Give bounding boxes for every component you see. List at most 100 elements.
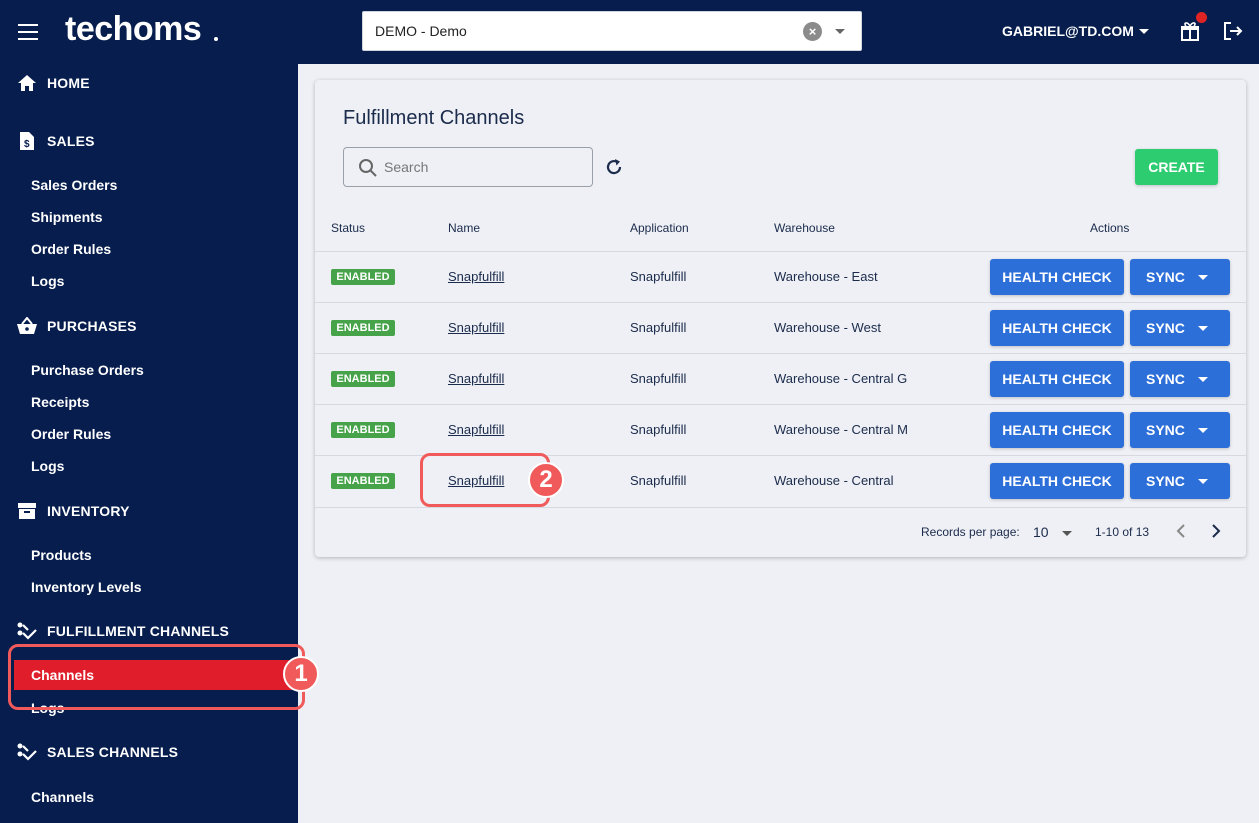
application-cell: Snapfulfill <box>630 473 687 488</box>
sidebar-section-label: SALES <box>47 133 95 149</box>
records-per-page-label: Records per page: <box>921 525 1020 539</box>
clear-icon[interactable]: × <box>803 22 822 41</box>
user-menu[interactable]: GABRIEL@TD.COM <box>1002 23 1134 39</box>
sync-button-label: SYNC <box>1146 269 1185 285</box>
logo-dot <box>214 37 218 41</box>
application-cell: Snapfulfill <box>630 422 687 437</box>
health-check-button[interactable]: HEALTH CHECK <box>990 361 1124 397</box>
warehouse-cell: Warehouse - Central M <box>774 422 908 437</box>
sync-button[interactable]: SYNC <box>1130 361 1230 397</box>
page-title: Fulfillment Channels <box>343 107 525 129</box>
chevron-left-icon[interactable] <box>1174 523 1188 539</box>
annotation-highlight-1 <box>8 644 305 710</box>
sidebar-section-label: HOME <box>47 75 90 91</box>
health-check-button[interactable]: HEALTH CHECK <box>990 463 1124 499</box>
column-header-warehouse[interactable]: Warehouse <box>774 221 835 235</box>
notification-dot <box>1196 12 1207 23</box>
search-box[interactable] <box>343 147 593 187</box>
sidebar-item-sales-channels[interactable]: Channels <box>31 789 94 805</box>
sidebar-item-sales-logs[interactable]: Logs <box>31 273 64 289</box>
column-header-actions: Actions <box>1090 221 1130 235</box>
annotation-step-1: 1 <box>283 656 319 692</box>
sidebar-item-purchase-logs[interactable]: Logs <box>31 458 64 474</box>
sidebar-section-label: PURCHASES <box>47 318 137 334</box>
sidebar-section-label: SALES CHANNELS <box>47 744 179 760</box>
organization-select[interactable]: DEMO - Demo × <box>362 11 862 51</box>
logout-icon[interactable] <box>1222 20 1244 42</box>
chevron-right-icon[interactable] <box>1209 523 1223 539</box>
table-divider <box>315 251 1246 252</box>
status-badge: ENABLED <box>331 320 395 336</box>
table-divider <box>315 353 1246 354</box>
records-per-page-select[interactable]: 10 <box>1033 524 1049 540</box>
sidebar-section-label: FULFILLMENT CHANNELS <box>47 623 230 639</box>
sync-button-label: SYNC <box>1146 422 1185 438</box>
channels-icon <box>16 741 38 763</box>
home-icon <box>16 72 38 94</box>
chevron-down-icon <box>1198 326 1208 331</box>
column-header-name[interactable]: Name <box>448 221 480 235</box>
sync-button[interactable]: SYNC <box>1130 412 1230 448</box>
channel-name-link[interactable]: Snapfulfill <box>448 371 504 386</box>
sidebar-item-sales-order-rules[interactable]: Order Rules <box>31 241 111 257</box>
sync-button[interactable]: SYNC <box>1130 259 1230 295</box>
sidebar-item-sales-orders[interactable]: Sales Orders <box>31 177 117 193</box>
sidebar-section-purchases[interactable]: PURCHASES <box>16 315 137 337</box>
table-divider <box>315 507 1246 508</box>
sales-doc-icon: $ <box>16 130 38 152</box>
sidebar-item-products[interactable]: Products <box>31 547 92 563</box>
application-cell: Snapfulfill <box>630 371 687 386</box>
sidebar-item-purchase-orders[interactable]: Purchase Orders <box>31 362 144 378</box>
sidebar-item-receipts[interactable]: Receipts <box>31 394 89 410</box>
application-cell: Snapfulfill <box>630 269 687 284</box>
search-input[interactable] <box>384 157 584 177</box>
annotation-step-2: 2 <box>528 462 564 498</box>
menu-icon[interactable] <box>18 24 38 40</box>
chevron-down-icon[interactable] <box>1062 531 1072 536</box>
status-badge: ENABLED <box>331 422 395 438</box>
channel-name-link[interactable]: Snapfulfill <box>448 269 504 284</box>
application-cell: Snapfulfill <box>630 320 687 335</box>
warehouse-cell: Warehouse - Central <box>774 473 894 488</box>
health-check-button[interactable]: HEALTH CHECK <box>990 310 1124 346</box>
chevron-down-icon <box>1198 377 1208 382</box>
column-header-status[interactable]: Status <box>331 221 365 235</box>
chevron-down-icon <box>1198 428 1208 433</box>
table-divider <box>315 302 1246 303</box>
sync-button-label: SYNC <box>1146 320 1185 336</box>
search-icon <box>359 159 377 177</box>
gift-icon[interactable] <box>1179 20 1201 42</box>
sidebar-item-purchase-order-rules[interactable]: Order Rules <box>31 426 111 442</box>
sync-button-label: SYNC <box>1146 371 1185 387</box>
status-badge: ENABLED <box>331 371 395 387</box>
refresh-icon[interactable] <box>603 156 625 178</box>
user-menu-caret-icon[interactable] <box>1139 29 1149 34</box>
health-check-button[interactable]: HEALTH CHECK <box>990 259 1124 295</box>
sync-button[interactable]: SYNC <box>1130 310 1230 346</box>
logo[interactable]: techoms <box>65 10 202 49</box>
sidebar-section-sales-channels[interactable]: SALES CHANNELS <box>16 741 178 763</box>
sidebar-section-inventory[interactable]: INVENTORY <box>16 500 130 522</box>
health-check-button[interactable]: HEALTH CHECK <box>990 412 1124 448</box>
chevron-down-icon <box>1198 275 1208 280</box>
status-badge: ENABLED <box>331 269 395 285</box>
channel-name-link[interactable]: Snapfulfill <box>448 320 504 335</box>
top-bar: techoms DEMO - Demo × GABRIEL@TD.COM <box>0 0 1259 64</box>
chevron-down-icon[interactable] <box>835 29 845 34</box>
organization-select-value: DEMO - Demo <box>375 23 467 39</box>
sync-button[interactable]: SYNC <box>1130 463 1230 499</box>
column-header-application[interactable]: Application <box>630 221 689 235</box>
table-divider <box>315 404 1246 405</box>
sidebar-section-fulfillment-channels[interactable]: FULFILLMENT CHANNELS <box>16 620 229 642</box>
sidebar-section-sales[interactable]: $ SALES <box>16 130 95 152</box>
archive-icon <box>16 500 38 522</box>
sidebar-section-label: INVENTORY <box>47 503 130 519</box>
channels-icon <box>16 620 38 642</box>
create-button[interactable]: CREATE <box>1135 149 1218 185</box>
channel-name-link[interactable]: Snapfulfill <box>448 422 504 437</box>
sidebar-item-inventory-levels[interactable]: Inventory Levels <box>31 579 142 595</box>
warehouse-cell: Warehouse - East <box>774 269 878 284</box>
chevron-down-icon <box>1198 479 1208 484</box>
sidebar-item-shipments[interactable]: Shipments <box>31 209 103 225</box>
sidebar-section-home[interactable]: HOME <box>16 72 90 94</box>
